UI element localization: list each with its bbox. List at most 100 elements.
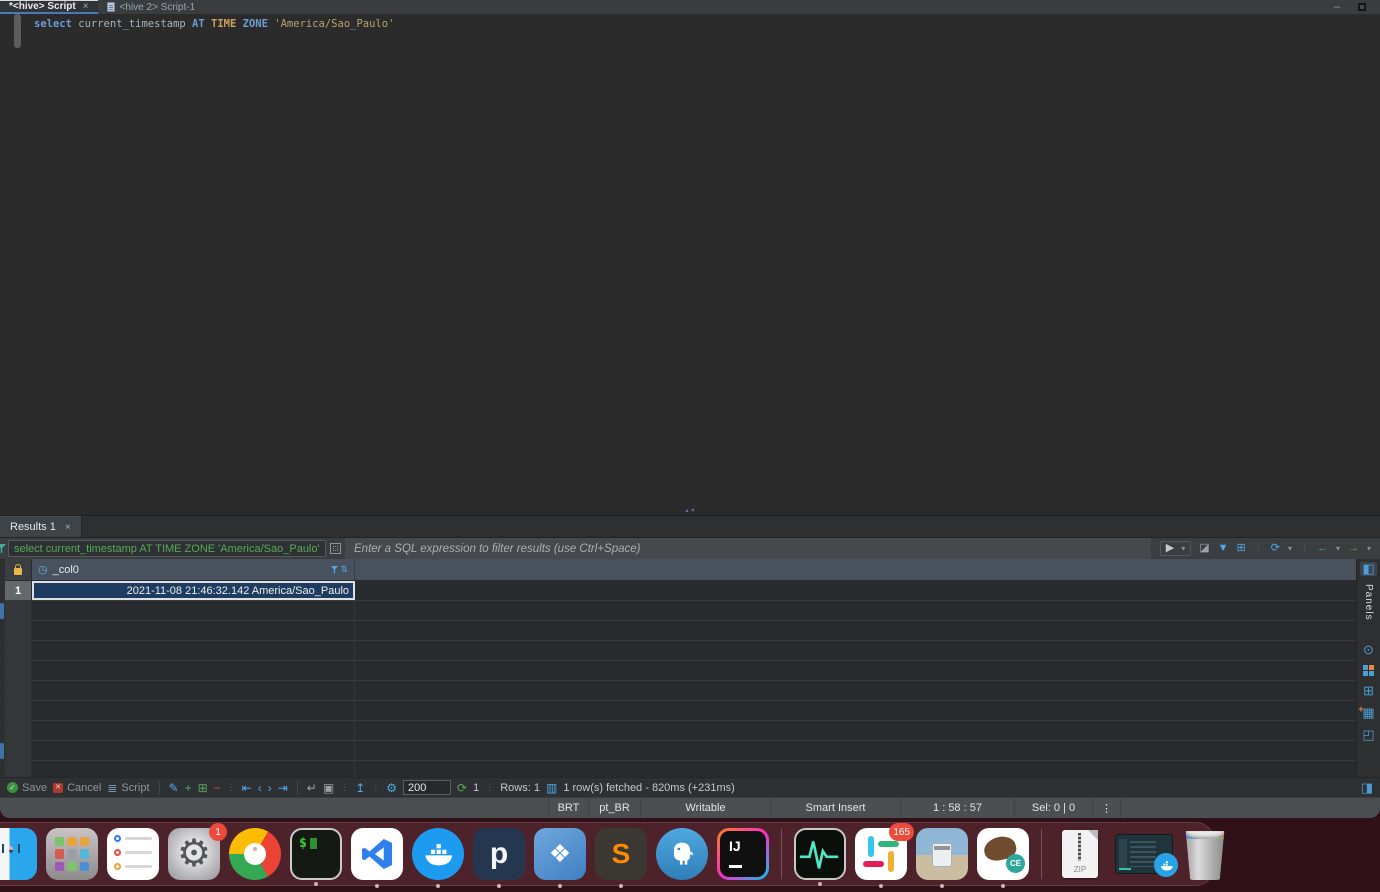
last-page-icon[interactable]: ⇥ (278, 782, 288, 794)
locale-indicator[interactable]: pt_BR (588, 798, 640, 818)
filter-settings-icon[interactable]: ▼ (1218, 543, 1229, 554)
layout-panel-icon[interactable]: ◰ (1362, 727, 1374, 742)
dbeaver-dock-icon[interactable]: CE (977, 828, 1029, 880)
launchpad-dock-icon[interactable] (46, 828, 98, 880)
insert-mode-indicator[interactable]: Smart Insert (770, 798, 900, 818)
activity-monitor-dock-icon[interactable] (794, 828, 846, 880)
row-number (5, 701, 32, 720)
chevron-down-icon[interactable]: ▾ (1181, 543, 1185, 554)
edit-cell-icon[interactable]: ✎ (169, 782, 179, 794)
column-header-col0[interactable]: ◷ _col0 ⇅ (32, 559, 355, 580)
system-preferences-dock-icon[interactable]: ⚙ 1 (168, 823, 227, 880)
grid-corner-cell[interactable] (5, 559, 32, 580)
tab-hive2-script1[interactable]: <hive 2> Script-1 (98, 0, 205, 14)
duplicate-row-icon[interactable]: ⊞ (198, 782, 208, 794)
splitter-up-icon[interactable]: ▴ (685, 507, 688, 515)
docker-dock-icon[interactable] (412, 828, 464, 880)
zip-file-dock-icon[interactable]: ZIP (1054, 828, 1106, 880)
minimize-icon[interactable]: – (1334, 2, 1340, 13)
window-thumb-rows (1130, 841, 1156, 867)
close-icon[interactable]: × (65, 522, 71, 533)
filter-expression-input[interactable] (345, 538, 1151, 559)
statusbar-overflow-icon[interactable]: ⋮ (1092, 798, 1120, 818)
empty-cell (32, 641, 355, 660)
postgres-dock-icon[interactable] (656, 828, 708, 880)
maximize-icon[interactable] (1358, 3, 1366, 11)
apply-filter-split-button[interactable]: ▶ ▾ (1159, 541, 1192, 556)
sublime-text-dock-icon[interactable]: S (595, 828, 647, 880)
reminders-dock-icon[interactable] (107, 828, 159, 880)
overflow-dots-icon[interactable]: ⋮ (340, 782, 349, 793)
grid-view-icon[interactable] (1363, 664, 1374, 676)
row-number[interactable]: 1 (5, 581, 32, 600)
close-icon[interactable]: × (83, 1, 89, 12)
fetch-size-input[interactable] (403, 780, 452, 795)
fetch-status-label: 1 row(s) fetched - 820ms (+231ms) (563, 781, 735, 794)
terminal-dock-icon[interactable]: $ (290, 828, 342, 880)
cell-col0-row1[interactable]: 2021-11-08 21:46:32.142 America/Sao_Paul… (32, 581, 355, 600)
overflow-dots-icon[interactable]: ⋮ (1254, 543, 1263, 554)
overflow-dots-icon[interactable]: ⋮ (485, 782, 494, 793)
splitter-down-icon[interactable]: ▾ (692, 507, 695, 515)
zoom-value-icon[interactable]: ▣ (323, 782, 334, 794)
panels-toggle-icon[interactable]: ◧ (1360, 562, 1377, 576)
selection-indicator[interactable]: Sel: 0 | 0 (1014, 798, 1092, 818)
overflow-dots-icon[interactable]: ⋮ (1300, 543, 1309, 554)
caret-position-indicator[interactable]: 1 : 58 : 57 (900, 798, 1014, 818)
statusbar-end-filler (1120, 798, 1380, 818)
vscode-dock-icon[interactable] (351, 828, 403, 880)
first-page-icon[interactable]: ⇤ (242, 782, 252, 794)
play-icon[interactable]: ▶ (1166, 543, 1174, 554)
script-button[interactable]: ≣ Script (107, 781, 149, 795)
aperture-app-dock-icon[interactable]: ❖ (534, 828, 586, 880)
results-grid[interactable]: ◷ _col0 ⇅ 1 2021-11-08 21:46:32.142 Amer… (5, 559, 1356, 777)
docker-whale-badge (1154, 853, 1178, 877)
grid-row-1[interactable]: 1 2021-11-08 21:46:32.142 America/Sao_Pa… (5, 581, 1356, 601)
finder-dock-icon[interactable] (0, 828, 37, 880)
toggle-panels-icon[interactable]: ◨ (1361, 780, 1373, 796)
timezone-indicator[interactable]: BRT (548, 798, 588, 818)
chevron-down-icon[interactable]: ▾ (1288, 543, 1292, 554)
flip-rows-icon[interactable]: ↵ (307, 782, 317, 794)
cancel-button[interactable]: ✕ Cancel (53, 782, 101, 794)
overflow-dots-icon[interactable]: ⋮ (227, 782, 236, 793)
overflow-dots-icon[interactable]: ⋮ (371, 782, 380, 793)
minimized-window-dock-icon[interactable] (1115, 834, 1178, 877)
chevron-down-icon[interactable]: ▾ (1367, 543, 1371, 554)
row-number (5, 681, 32, 700)
back-icon[interactable]: ← (1317, 543, 1328, 554)
writable-indicator[interactable]: Writable (640, 798, 770, 818)
save-filter-icon[interactable]: ⊞ (1237, 543, 1246, 554)
p-app-glyph: p (489, 837, 509, 870)
slack-dock-icon[interactable]: 165 (855, 823, 914, 880)
add-row-icon[interactable]: + (185, 782, 192, 794)
editor-results-splitter[interactable]: ▴ ▾ (0, 507, 1380, 516)
forward-icon[interactable]: → (1348, 543, 1359, 554)
next-page-icon[interactable]: › (268, 782, 272, 794)
p-app-dock-icon[interactable]: p (473, 828, 525, 880)
sql-string: 'America/Sao_Paulo' (274, 18, 395, 30)
trash-dock-icon[interactable] (1185, 831, 1225, 880)
intellij-dock-icon[interactable]: IJ (717, 828, 769, 880)
tab-hive-script[interactable]: *<hive> Script × (0, 0, 98, 14)
metadata-panel-icon[interactable]: ▦ + (1358, 704, 1374, 720)
sql-editor[interactable]: select current_timestamp AT TIME ZONE 'A… (0, 14, 1380, 507)
photo-jar-app-dock-icon[interactable] (916, 828, 968, 880)
column-filter-button[interactable]: ⇅ (330, 564, 348, 575)
save-button[interactable]: ✓ Save (7, 782, 47, 794)
chevron-down-icon[interactable]: ▾ (1336, 543, 1340, 554)
settings-gear-icon[interactable]: ⚙ (386, 782, 397, 794)
delete-row-icon[interactable]: − (214, 782, 221, 794)
export-data-icon[interactable]: ↥ (355, 782, 365, 794)
expand-filter-icon[interactable] (330, 543, 341, 554)
value-viewer-icon[interactable]: ⊙ (1363, 642, 1374, 657)
refresh-icon[interactable]: ⟳ (457, 782, 467, 794)
chrome-dock-icon[interactable] (229, 828, 281, 880)
previous-page-icon[interactable]: ‹ (258, 782, 262, 794)
filter-query-box[interactable]: select current_timestamp AT TIME ZONE 'A… (8, 540, 326, 557)
save-label: Save (22, 781, 48, 794)
calculator-panel-icon[interactable]: ⊞ (1363, 683, 1374, 698)
tab-results-1[interactable]: Results 1 × (0, 516, 82, 537)
erase-filter-icon[interactable]: ◪ (1199, 543, 1209, 554)
refresh-icon[interactable]: ⟳ (1271, 543, 1280, 554)
